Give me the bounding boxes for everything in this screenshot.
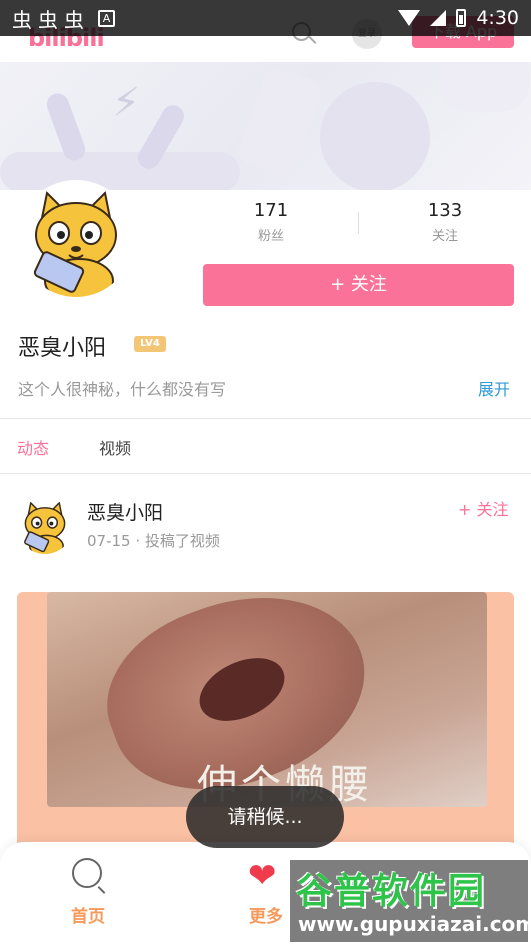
post-follow-button[interactable]: + 关注	[458, 496, 509, 520]
fans-stat[interactable]: 171 粉丝	[196, 200, 346, 244]
divider	[0, 473, 531, 474]
post-meta: 07-15 · 投稿了视频	[87, 532, 220, 550]
loading-toast: 请稍候...	[186, 786, 344, 848]
battery-icon	[456, 9, 467, 27]
cellular-icon	[430, 10, 447, 26]
profile-banner: ⚡	[0, 62, 531, 190]
post-avatar[interactable]	[17, 498, 73, 554]
follow-button[interactable]: + 关注	[203, 264, 514, 306]
tab-video[interactable]: 视频	[99, 435, 131, 459]
user-name: 恶臭小阳	[18, 336, 107, 361]
status-time: 4:30	[476, 7, 519, 29]
user-bio: 这个人很神秘，什么都没有写	[18, 380, 227, 399]
following-label: 关注	[431, 229, 458, 244]
expand-bio-link[interactable]: 展开	[478, 376, 510, 400]
bug-icon: 虫	[12, 7, 32, 32]
watermark-url: www.gupuxiazai.com	[298, 912, 531, 936]
fans-label: 粉丝	[257, 229, 284, 244]
watermark: 谷普软件园 www.gupuxiazai.com	[290, 860, 531, 942]
lightning-icon: ⚡	[112, 80, 141, 126]
level-badge: LV4	[134, 336, 166, 352]
following-count: 133	[427, 200, 463, 221]
tab-dynamic[interactable]: 动态	[17, 435, 49, 459]
fans-count: 171	[253, 200, 289, 221]
nav-home-label: 首页	[71, 907, 105, 927]
bug-icon: 虫	[38, 7, 58, 32]
wifi-icon	[398, 10, 421, 26]
divider	[0, 418, 531, 419]
search-icon	[48, 856, 128, 896]
watermark-title: 谷普软件园	[296, 871, 487, 912]
following-stat[interactable]: 133 关注	[370, 200, 520, 244]
bug-icon: 虫	[64, 7, 84, 32]
nav-home[interactable]: 首页	[48, 856, 128, 927]
status-bar: 虫 虫 虫 A 4:30	[0, 0, 531, 36]
post-author[interactable]: 恶臭小阳	[87, 498, 163, 525]
avatar[interactable]	[16, 180, 136, 300]
notification-icon: A	[98, 9, 115, 27]
stat-divider	[358, 212, 359, 234]
thumbnail-image: 伸个懒腰	[47, 592, 487, 807]
